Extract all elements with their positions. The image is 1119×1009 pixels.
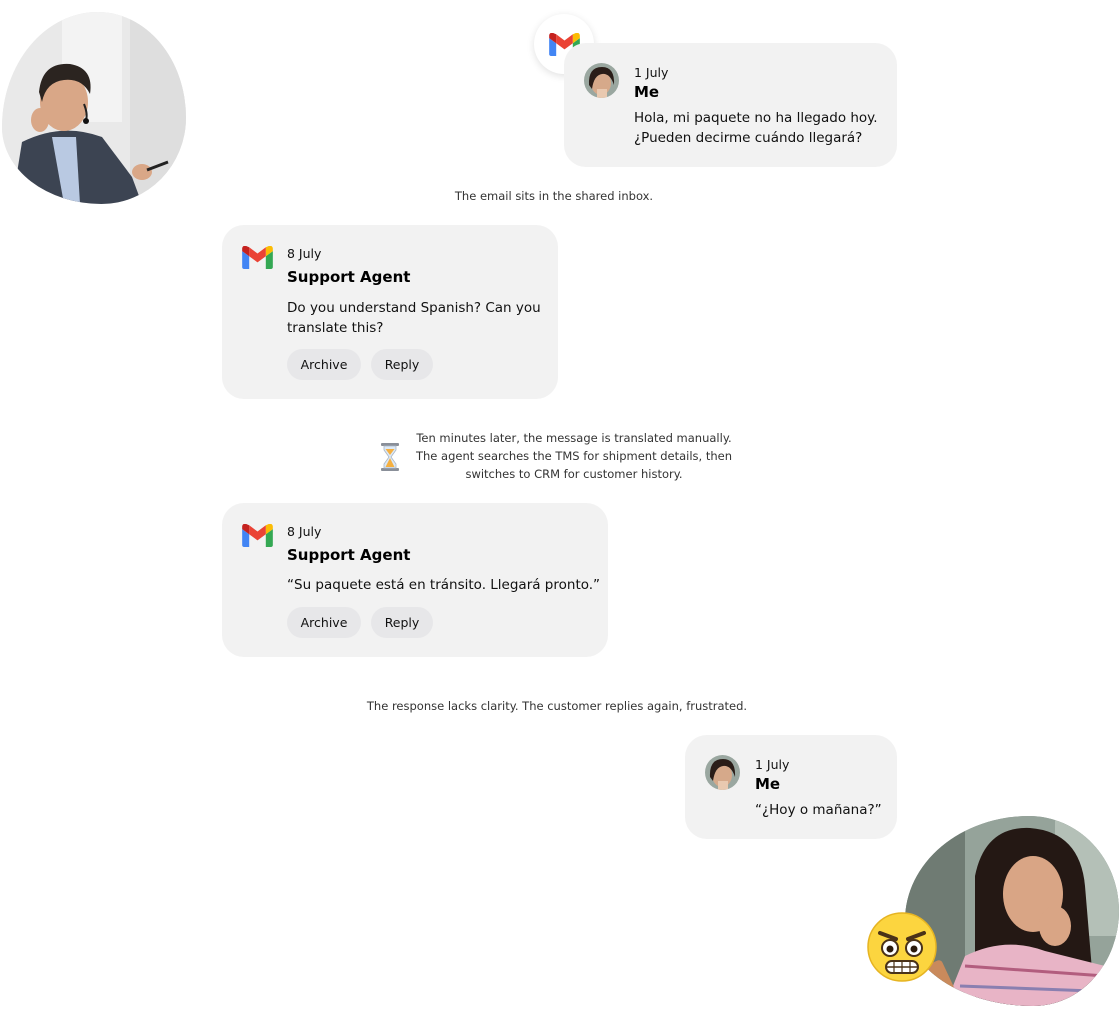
message-date: 1 July <box>634 65 669 80</box>
message-date: 8 July <box>287 246 322 261</box>
message-sender: Me <box>634 83 660 101</box>
reply-button[interactable]: Reply <box>371 349 433 380</box>
customer-avatar <box>705 755 740 790</box>
caption-inbox: The email sits in the shared inbox. <box>454 189 654 203</box>
message-body: “¿Hoy o mañana?” <box>755 802 882 818</box>
message-sender: Support Agent <box>287 268 411 286</box>
message-date: 1 July <box>755 757 790 772</box>
archive-button[interactable]: Archive <box>287 349 361 380</box>
caption-clarity: The response lacks clarity. The customer… <box>366 699 748 713</box>
angry-face-emoji <box>866 911 938 983</box>
message-body: “Su paquete está en tránsito. Llegará pr… <box>287 577 601 593</box>
gmail-icon <box>242 524 273 547</box>
agent-photo <box>2 12 186 204</box>
message-card-customer-1: 1 July Me Hola, mi paquete no ha llegado… <box>564 43 897 167</box>
gmail-icon <box>242 246 273 269</box>
message-body: Hola, mi paquete no ha llegado hoy. ¿Pue… <box>634 110 878 146</box>
message-card-agent-2: 8 July Support Agent “Su paquete está en… <box>222 503 608 657</box>
message-date: 8 July <box>287 524 322 539</box>
archive-button[interactable]: Archive <box>287 607 361 638</box>
message-card-customer-2: 1 July Me “¿Hoy o mañana?” <box>685 735 897 839</box>
caption-translated: Ten minutes later, the message is transl… <box>415 431 733 481</box>
message-card-agent-1: 8 July Support Agent Do you understand S… <box>222 225 558 399</box>
customer-avatar <box>584 63 619 98</box>
hourglass-icon <box>380 443 400 471</box>
message-sender: Me <box>755 775 781 793</box>
message-sender: Support Agent <box>287 546 411 564</box>
message-body: Do you understand Spanish? Can you trans… <box>287 300 541 336</box>
reply-button[interactable]: Reply <box>371 607 433 638</box>
